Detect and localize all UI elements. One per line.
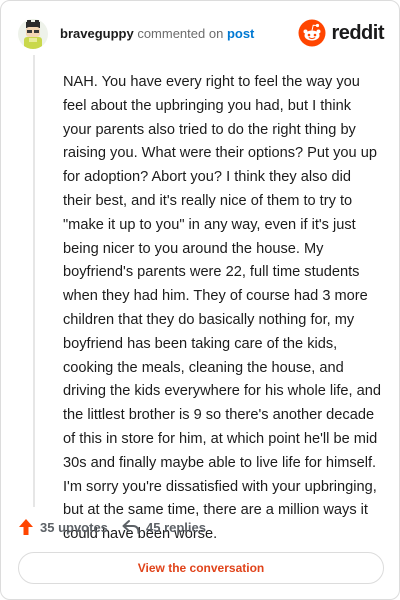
reddit-logo[interactable]: reddit <box>298 19 384 47</box>
comment-body: NAH. You have every right to feel the wa… <box>63 74 381 543</box>
brand-name: reddit <box>331 21 384 44</box>
replies-stat[interactable]: 45 replies <box>122 516 206 538</box>
comment-attribution: braveguppy commented on post <box>60 26 254 41</box>
comment-card: braveguppy commented on post reddit NAH.… <box>0 0 400 600</box>
comment-footer: 35 upvotes 45 replies <box>18 516 384 538</box>
reply-arrow-icon <box>122 520 140 534</box>
replies-count: 45 replies <box>146 519 206 535</box>
view-conversation-button[interactable]: View the conversation <box>18 552 384 584</box>
comment-header: braveguppy commented on post reddit <box>18 19 384 51</box>
thread-line <box>33 55 35 507</box>
username-link[interactable]: braveguppy <box>60 26 134 41</box>
user-avatar[interactable] <box>18 19 48 49</box>
upvotes-count: 35 upvotes <box>40 519 108 535</box>
upvote-arrow-icon <box>19 519 33 535</box>
post-link[interactable]: post <box>227 26 254 41</box>
reddit-logo-icon <box>298 19 326 47</box>
avatar-icon <box>24 20 42 49</box>
action-text: commented on <box>137 26 224 41</box>
upvotes-stat[interactable]: 35 upvotes <box>18 516 108 538</box>
